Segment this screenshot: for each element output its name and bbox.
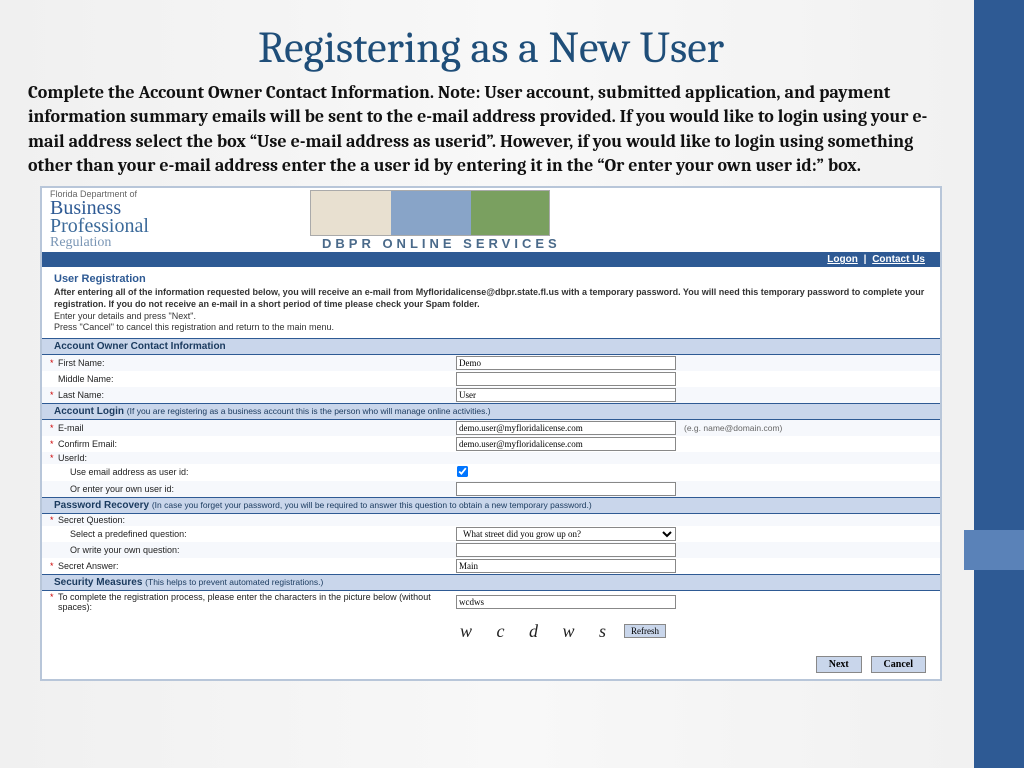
first-name-label: First Name: xyxy=(42,357,452,369)
app-header: Florida Department of BusinessProfession… xyxy=(42,188,940,252)
email-hint: (e.g. name@domain.com) xyxy=(684,423,782,433)
intro-line2: Enter your details and press "Next". xyxy=(54,311,196,321)
last-name-label: Last Name: xyxy=(42,389,452,401)
captcha-image: w c d w s xyxy=(452,617,624,646)
section-contact-info: Account Owner Contact Information xyxy=(42,338,940,355)
email-input[interactable] xyxy=(456,421,676,435)
slide-content: Registering as a New User Complete the A… xyxy=(0,0,1024,681)
dbpr-logo: Florida Department of BusinessProfession… xyxy=(50,189,310,251)
email-label: E-mail xyxy=(42,422,452,434)
secret-question-label: Secret Question: xyxy=(42,514,452,526)
intro-heading: User Registration xyxy=(54,273,928,285)
cancel-button[interactable]: Cancel xyxy=(871,656,926,673)
slide-accent-block xyxy=(964,530,1024,570)
middle-name-input[interactable] xyxy=(456,372,676,386)
last-name-input[interactable] xyxy=(456,388,676,402)
own-userid-input[interactable] xyxy=(456,482,676,496)
slide-title: Registering as a New User xyxy=(28,22,954,73)
own-userid-label: Or enter your own user id: xyxy=(42,483,452,495)
slide-body-text: Complete the Account Owner Contact Infor… xyxy=(28,81,954,178)
secret-answer-label: Secret Answer: xyxy=(42,560,452,572)
first-name-input[interactable] xyxy=(456,356,676,370)
slide-accent-bar xyxy=(974,0,1024,768)
intro-bold: After entering all of the information re… xyxy=(54,287,924,309)
section-password-recovery: Password Recovery (In case you forget yo… xyxy=(42,497,940,514)
use-email-as-userid-checkbox[interactable] xyxy=(457,466,468,477)
predefined-question-label: Select a predefined question: xyxy=(42,528,452,540)
logon-link[interactable]: Logon xyxy=(827,254,858,265)
banner-image xyxy=(310,190,550,236)
captcha-label: To complete the registration process, pl… xyxy=(42,591,452,613)
intro-block: User Registration After entering all of … xyxy=(42,267,940,338)
middle-name-label: Middle Name: xyxy=(42,373,452,385)
confirm-email-label: Confirm Email: xyxy=(42,438,452,450)
own-question-input[interactable] xyxy=(456,543,676,557)
next-button[interactable]: Next xyxy=(816,656,862,673)
userid-label: UserId: xyxy=(42,452,452,464)
top-nav-bar: Logon | Contact Us xyxy=(42,252,940,267)
refresh-captcha-button[interactable]: Refresh xyxy=(624,624,666,638)
form-footer: Next Cancel xyxy=(42,650,940,679)
own-question-label: Or write your own question: xyxy=(42,544,452,556)
intro-line3: Press "Cancel" to cancel this registrati… xyxy=(54,322,334,332)
predefined-question-select[interactable]: What street did you grow up on? xyxy=(456,527,676,541)
secret-answer-input[interactable] xyxy=(456,559,676,573)
banner-text: DBPR ONLINE SERVICES xyxy=(310,236,561,251)
use-email-as-userid-label: Use email address as user id: xyxy=(42,466,452,478)
embedded-screenshot: Florida Department of BusinessProfession… xyxy=(40,186,942,681)
header-banner: DBPR ONLINE SERVICES xyxy=(310,190,561,251)
confirm-email-input[interactable] xyxy=(456,437,676,451)
contact-us-link[interactable]: Contact Us xyxy=(872,254,925,265)
captcha-input[interactable] xyxy=(456,595,676,609)
section-account-login: Account Login (If you are registering as… xyxy=(42,403,940,420)
section-security-measures: Security Measures (This helps to prevent… xyxy=(42,574,940,591)
